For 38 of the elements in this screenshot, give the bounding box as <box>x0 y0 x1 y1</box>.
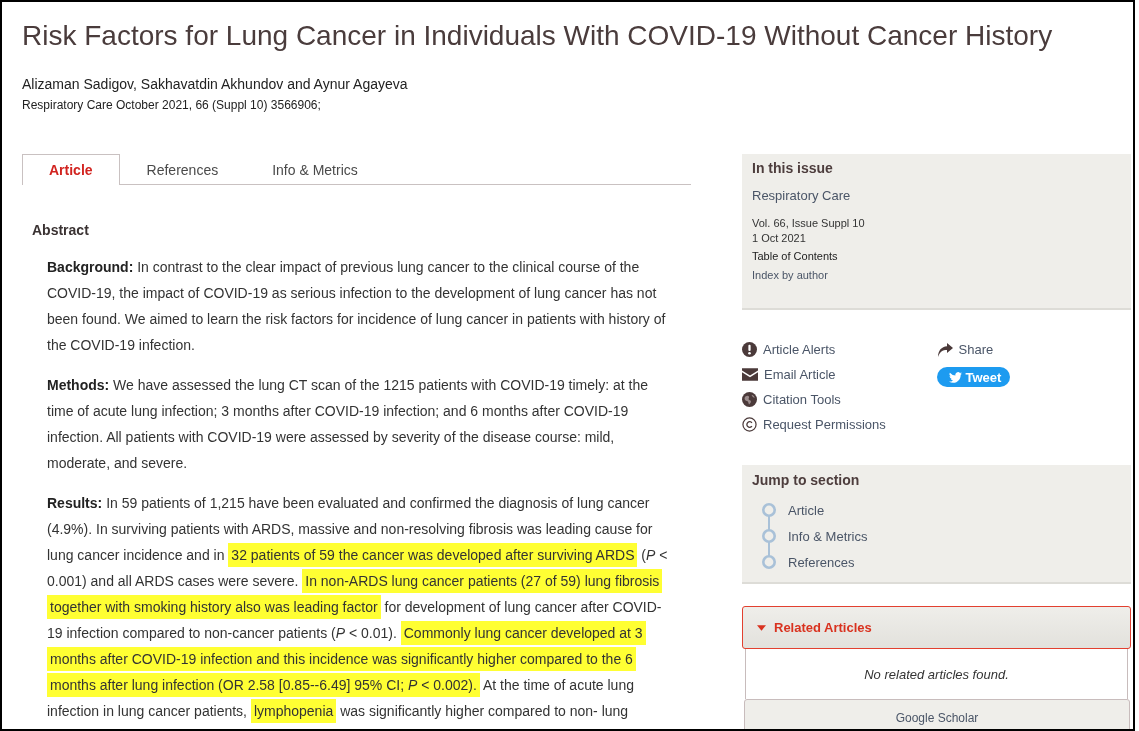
caret-icon <box>757 624 766 631</box>
abstract-paragraph: Results: In 59 patients of 1,215 have been evaluated and confirmed the diagnosis of lung cancer (4.9%). In surviving patients with ARDS, massive and non-resolving fibrosis was leading cause for lung cancer incidence and in 32 patients of 59 the cancer was developed after surviving ARDS (P < 0.001) and all ARDS cases were severe. In non-ARDS lung cancer patients (27 of 59) lung fibrosis together with smoking history also was leading factor for development of lung cancer after COVID-19 infection compared to non-cancer patients (P < 0.01). Commonly lung cancer developed at 3 months after COVID-19 infection and this incidence was significantly higher compared to the 6 months after lung infection (OR 2.58 [0.85--6.49] 95% CI; P < 0.002). At the time of acute lung infection in lung cancer patients, lymphopenia was significantly higher compared to non- lung <box>47 490 677 724</box>
abstract-paragraph: Methods: We have assessed the lung CT scan of the 1215 patients with COVID-19 timely: at the time of acute lung infection; 3 months after COVID-19 infection; and 6 months after COVID-19 infection. All patients with COVID-19 were assessed by severity of the disease course: mild, moderate, and severe. <box>47 376 649 473</box>
google-scholar-button[interactable]: Google Scholar <box>744 699 1130 729</box>
abstract-paragraph: Background: In contrast to the clear impact of previous lung cancer to the clinical course of the COVID-19, the impact of COVID-19 as serious infection to the development of lung cancer has not been found. We aimed to learn the risk factors for incidence of lung cancer in patients with history of the COVID-19 infection. <box>47 258 667 355</box>
ring-icon <box>762 555 776 569</box>
related-articles-header[interactable]: Related Articles <box>742 606 1131 649</box>
ring-icon <box>762 503 776 517</box>
article-tool-link[interactable]: Article Alerts <box>763 341 836 358</box>
issue-date: 1 Oct 2021 <box>752 231 806 246</box>
article-tab[interactable]: Article <box>22 154 120 185</box>
bird-icon <box>948 371 962 383</box>
article-tool-link[interactable]: Request Permissions <box>763 416 886 433</box>
globe-icon <box>742 392 757 407</box>
envelope-icon <box>742 368 758 381</box>
empty-message: No related articles found. <box>864 666 1009 682</box>
abstract-heading: Abstract <box>32 221 89 240</box>
section-link[interactable]: References <box>788 553 855 571</box>
journal-link[interactable]: Respiratory Care <box>752 188 851 204</box>
article-authors: Alizaman Sadigov, Sakhavatdin Akhundov and Aynur Agayeva <box>22 75 408 94</box>
article-citation: Respiratory Care October 2021, 66 (Suppl 10) 3566906; <box>22 97 321 113</box>
panel-heading: Jump to section <box>752 471 860 489</box>
ring-icon <box>762 529 776 543</box>
panel-heading: In this issue <box>752 159 833 177</box>
issue-volume: Vol. 66, Issue Suppl 10 <box>752 216 865 231</box>
article-tab[interactable]: References <box>119 154 246 185</box>
article-title: Risk Factors for Lung Cancer in Individuals With COVID-19 Without Cancer History <box>22 19 1053 53</box>
section-link[interactable]: Article <box>788 501 825 519</box>
share-arrow-icon <box>936 342 953 357</box>
index-by-author-link[interactable]: Index by author <box>752 268 828 283</box>
article-tool-link[interactable]: Citation Tools <box>763 391 841 408</box>
share-link[interactable]: Share <box>958 341 994 358</box>
table-of-contents-link[interactable]: Table of Contents <box>752 249 838 264</box>
article-tab[interactable]: Info & Metrics <box>245 154 385 185</box>
copyright-icon <box>742 417 757 432</box>
section-link[interactable]: Info & Metrics <box>788 527 868 545</box>
alert-icon <box>742 342 757 357</box>
article-tool-link[interactable]: Email Article <box>764 366 836 383</box>
